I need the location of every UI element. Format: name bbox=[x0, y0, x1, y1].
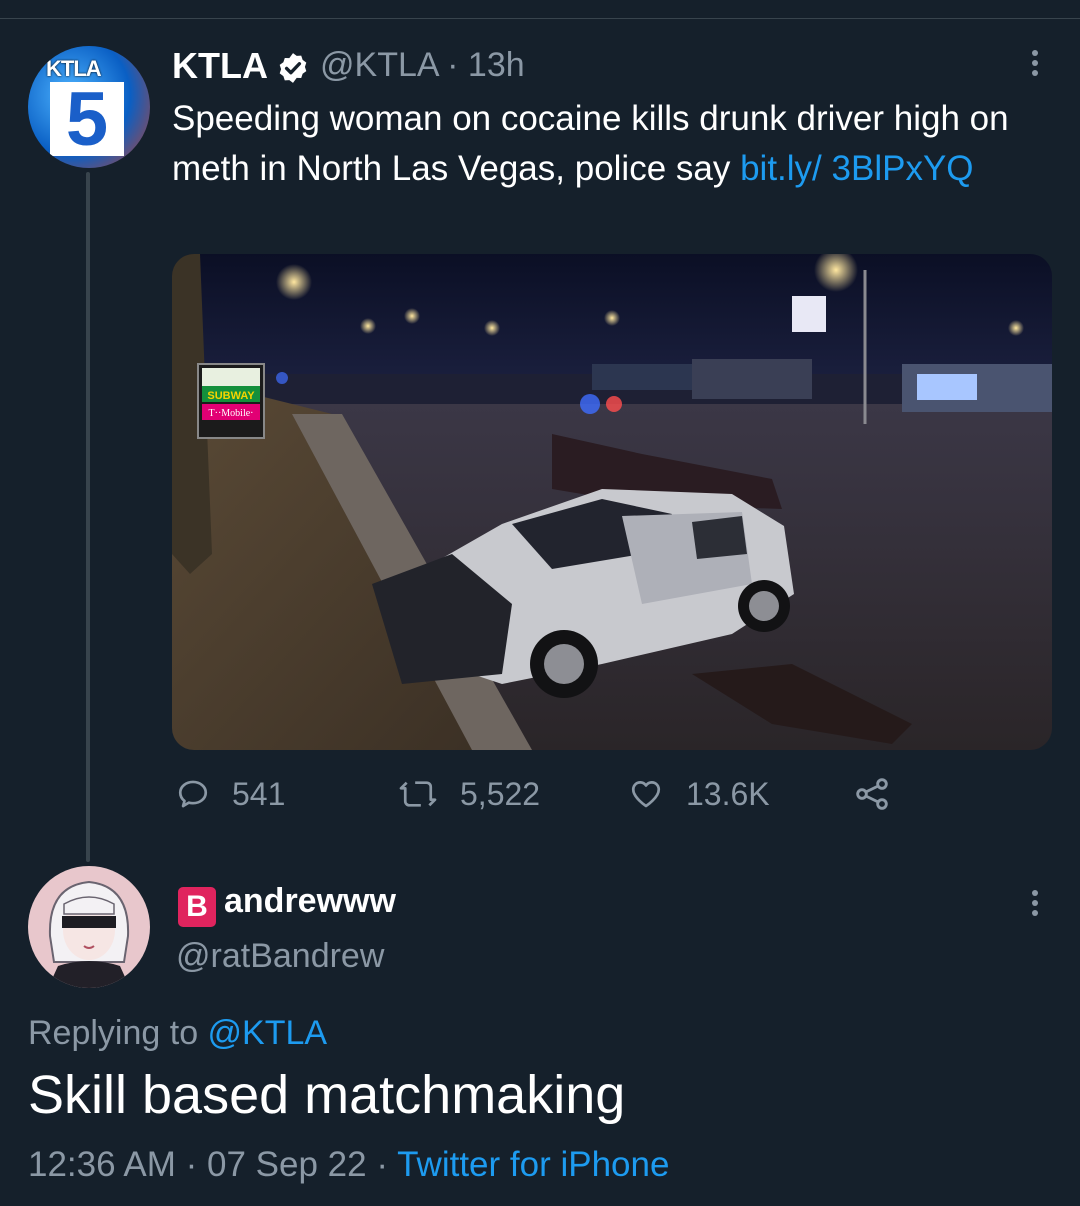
tweet-link[interactable]: bit.ly/ 3BlPxYQ bbox=[740, 149, 973, 188]
reply-meta-line: 12:36 AM · 07 Sep 22 · Twitter for iPhon… bbox=[28, 1145, 669, 1185]
handle-separator: · bbox=[447, 46, 459, 84]
tweet-time[interactable]: 13h bbox=[468, 46, 525, 84]
retweet-icon bbox=[399, 781, 437, 807]
tweet-author-name[interactable]: KTLA bbox=[172, 45, 268, 87]
ktla-logo-number: 5 bbox=[65, 77, 109, 162]
tweet-handle[interactable]: @KTLA bbox=[320, 46, 438, 84]
ktla-logo-number-box: 5 bbox=[50, 77, 124, 162]
reply-author-name[interactable]: Bandrewww bbox=[178, 882, 396, 927]
author-name-text: KTLA bbox=[172, 45, 268, 86]
replying-to-prefix: Replying to bbox=[28, 1014, 208, 1052]
reply-more-menu-icon[interactable] bbox=[1030, 890, 1040, 920]
ktla-avatar[interactable]: KTLA 5 bbox=[28, 46, 150, 168]
reply-date[interactable]: 07 Sep 22 bbox=[207, 1145, 367, 1184]
red-b-badge-icon: B bbox=[178, 887, 216, 927]
reply-icon bbox=[178, 780, 208, 808]
share-icon bbox=[856, 778, 888, 810]
reply-author-name-text: andrewww bbox=[224, 882, 396, 920]
tweet-text: Speeding woman on cocaine kills drunk dr… bbox=[172, 94, 1042, 194]
media-sign-store: SUBWAY bbox=[207, 390, 255, 402]
reply-handle[interactable]: @ratBandrew bbox=[176, 937, 384, 976]
thread-connector-line bbox=[86, 172, 90, 862]
reply-text: Skill based matchmaking bbox=[28, 1065, 626, 1125]
reply-time[interactable]: 12:36 AM bbox=[28, 1145, 176, 1184]
like-count: 13.6K bbox=[686, 775, 770, 812]
replying-to-handle[interactable]: @KTLA bbox=[208, 1014, 328, 1052]
tweet-media-image[interactable]: SUBWAY T··Mobile· bbox=[172, 254, 1052, 750]
share-action[interactable] bbox=[852, 774, 914, 814]
replying-to-line: Replying to @KTLA bbox=[28, 1014, 327, 1053]
heart-icon bbox=[631, 781, 661, 808]
andrewww-avatar[interactable] bbox=[28, 866, 150, 988]
meta-separator-1: · bbox=[185, 1145, 198, 1184]
reply-action[interactable]: 541 bbox=[176, 774, 285, 814]
tweet-handle-line: @KTLA · 13h bbox=[320, 46, 525, 85]
meta-separator-2: · bbox=[376, 1145, 388, 1184]
media-sign-carrier: T··Mobile· bbox=[209, 408, 254, 419]
top-divider bbox=[0, 18, 1080, 19]
retweet-action[interactable]: 5,522 bbox=[398, 774, 540, 814]
reply-count: 541 bbox=[232, 775, 286, 812]
retweet-count: 5,522 bbox=[460, 775, 541, 812]
verified-badge-icon bbox=[279, 53, 307, 83]
anime-avatar-illustration bbox=[48, 880, 130, 988]
reply-source[interactable]: Twitter for iPhone bbox=[397, 1145, 669, 1184]
like-action[interactable]: 13.6K bbox=[628, 774, 770, 814]
crash-scene-photo: SUBWAY T··Mobile· bbox=[172, 254, 1052, 750]
tweet-more-menu-icon[interactable] bbox=[1030, 50, 1040, 80]
